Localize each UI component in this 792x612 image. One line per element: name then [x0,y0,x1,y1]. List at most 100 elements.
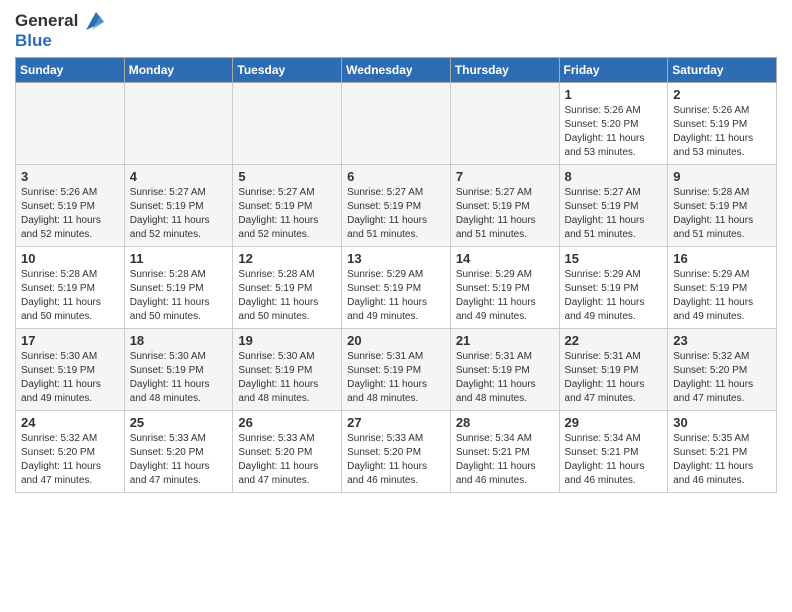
day-cell: 9 Sunrise: 5:28 AMSunset: 5:19 PMDaylight… [668,164,777,246]
day-number: 7 [456,169,554,184]
day-cell: 6 Sunrise: 5:27 AMSunset: 5:19 PMDaylight… [342,164,451,246]
logo-blue: Blue [15,32,104,51]
day-number: 26 [238,415,336,430]
day-cell [450,82,559,164]
day-cell: 18 Sunrise: 5:30 AMSunset: 5:19 PMDayligh… [124,328,233,410]
day-cell: 8 Sunrise: 5:27 AMSunset: 5:19 PMDaylight… [559,164,668,246]
day-number: 10 [21,251,119,266]
day-info: Sunrise: 5:27 AMSunset: 5:19 PMDaylight:… [565,186,663,242]
day-number: 9 [673,169,771,184]
day-number: 28 [456,415,554,430]
day-cell: 13 Sunrise: 5:29 AMSunset: 5:19 PMDayligh… [342,246,451,328]
day-cell: 11 Sunrise: 5:28 AMSunset: 5:19 PMDayligh… [124,246,233,328]
day-number: 16 [673,251,771,266]
day-number: 21 [456,333,554,348]
day-info: Sunrise: 5:29 AMSunset: 5:19 PMDaylight:… [565,268,663,324]
day-info: Sunrise: 5:34 AMSunset: 5:21 PMDaylight:… [456,432,554,488]
day-info: Sunrise: 5:34 AMSunset: 5:21 PMDaylight:… [565,432,663,488]
day-info: Sunrise: 5:29 AMSunset: 5:19 PMDaylight:… [456,268,554,324]
logo-general: General [15,12,78,31]
day-number: 29 [565,415,663,430]
day-info: Sunrise: 5:27 AMSunset: 5:19 PMDaylight:… [238,186,336,242]
day-cell: 10 Sunrise: 5:28 AMSunset: 5:19 PMDayligh… [16,246,125,328]
weekday-header-thursday: Thursday [450,57,559,82]
day-cell [124,82,233,164]
day-info: Sunrise: 5:32 AMSunset: 5:20 PMDaylight:… [21,432,119,488]
week-row-5: 24 Sunrise: 5:32 AMSunset: 5:20 PMDayligh… [16,410,777,492]
day-number: 25 [130,415,228,430]
day-number: 18 [130,333,228,348]
day-info: Sunrise: 5:28 AMSunset: 5:19 PMDaylight:… [673,186,771,242]
day-number: 22 [565,333,663,348]
day-info: Sunrise: 5:29 AMSunset: 5:19 PMDaylight:… [673,268,771,324]
calendar: SundayMondayTuesdayWednesdayThursdayFrid… [15,57,777,493]
day-cell [16,82,125,164]
day-cell: 27 Sunrise: 5:33 AMSunset: 5:20 PMDayligh… [342,410,451,492]
day-number: 15 [565,251,663,266]
day-number: 24 [21,415,119,430]
day-number: 30 [673,415,771,430]
day-info: Sunrise: 5:33 AMSunset: 5:20 PMDaylight:… [347,432,445,488]
day-cell: 26 Sunrise: 5:33 AMSunset: 5:20 PMDayligh… [233,410,342,492]
weekday-header-wednesday: Wednesday [342,57,451,82]
weekday-header-monday: Monday [124,57,233,82]
day-number: 17 [21,333,119,348]
day-info: Sunrise: 5:27 AMSunset: 5:19 PMDaylight:… [456,186,554,242]
day-info: Sunrise: 5:28 AMSunset: 5:19 PMDaylight:… [238,268,336,324]
day-cell: 14 Sunrise: 5:29 AMSunset: 5:19 PMDayligh… [450,246,559,328]
day-info: Sunrise: 5:30 AMSunset: 5:19 PMDaylight:… [130,350,228,406]
logo-icon [78,10,104,32]
day-info: Sunrise: 5:30 AMSunset: 5:19 PMDaylight:… [238,350,336,406]
day-number: 19 [238,333,336,348]
day-info: Sunrise: 5:27 AMSunset: 5:19 PMDaylight:… [130,186,228,242]
week-row-3: 10 Sunrise: 5:28 AMSunset: 5:19 PMDayligh… [16,246,777,328]
day-number: 23 [673,333,771,348]
day-info: Sunrise: 5:35 AMSunset: 5:21 PMDaylight:… [673,432,771,488]
day-info: Sunrise: 5:26 AMSunset: 5:19 PMDaylight:… [21,186,119,242]
day-number: 27 [347,415,445,430]
day-cell: 20Sunrise: 5:31 AMSunset: 5:19 PMDayligh… [342,328,451,410]
day-number: 12 [238,251,336,266]
day-info: Sunrise: 5:31 AMSunset: 5:19 PMDaylight:… [456,350,554,406]
day-number: 1 [565,87,663,102]
day-number: 6 [347,169,445,184]
day-number: 3 [21,169,119,184]
day-info: Sunrise: 5:32 AMSunset: 5:20 PMDaylight:… [673,350,771,406]
day-number: 14 [456,251,554,266]
day-info: Sunrise: 5:28 AMSunset: 5:19 PMDaylight:… [130,268,228,324]
day-cell: 22Sunrise: 5:31 AMSunset: 5:19 PMDayligh… [559,328,668,410]
day-cell [342,82,451,164]
logo: General Blue [15,10,104,51]
day-info: Sunrise: 5:31 AMSunset: 5:19 PMDaylight:… [347,350,445,406]
day-number: 13 [347,251,445,266]
weekday-header-tuesday: Tuesday [233,57,342,82]
weekday-header-saturday: Saturday [668,57,777,82]
day-cell: 24 Sunrise: 5:32 AMSunset: 5:20 PMDayligh… [16,410,125,492]
day-cell: 3 Sunrise: 5:26 AMSunset: 5:19 PMDaylight… [16,164,125,246]
day-cell: 23 Sunrise: 5:32 AMSunset: 5:20 PMDayligh… [668,328,777,410]
week-row-4: 17 Sunrise: 5:30 AMSunset: 5:19 PMDayligh… [16,328,777,410]
week-row-1: 1Sunrise: 5:26 AMSunset: 5:20 PMDaylight… [16,82,777,164]
week-row-2: 3 Sunrise: 5:26 AMSunset: 5:19 PMDaylight… [16,164,777,246]
day-cell: 17 Sunrise: 5:30 AMSunset: 5:19 PMDayligh… [16,328,125,410]
day-number: 5 [238,169,336,184]
day-cell: 16 Sunrise: 5:29 AMSunset: 5:19 PMDayligh… [668,246,777,328]
weekday-header-friday: Friday [559,57,668,82]
day-cell: 7 Sunrise: 5:27 AMSunset: 5:19 PMDaylight… [450,164,559,246]
day-cell: 21 Sunrise: 5:31 AMSunset: 5:19 PMDayligh… [450,328,559,410]
day-info: Sunrise: 5:33 AMSunset: 5:20 PMDaylight:… [238,432,336,488]
day-info: Sunrise: 5:29 AMSunset: 5:19 PMDaylight:… [347,268,445,324]
day-info: Sunrise: 5:30 AMSunset: 5:19 PMDaylight:… [21,350,119,406]
day-cell: 25Sunrise: 5:33 AMSunset: 5:20 PMDayligh… [124,410,233,492]
day-info: Sunrise: 5:27 AMSunset: 5:19 PMDaylight:… [347,186,445,242]
day-cell: 30 Sunrise: 5:35 AMSunset: 5:21 PMDayligh… [668,410,777,492]
day-cell [233,82,342,164]
day-number: 11 [130,251,228,266]
day-cell: 12 Sunrise: 5:28 AMSunset: 5:19 PMDayligh… [233,246,342,328]
day-number: 4 [130,169,228,184]
day-cell: 1Sunrise: 5:26 AMSunset: 5:20 PMDaylight… [559,82,668,164]
day-cell: 28 Sunrise: 5:34 AMSunset: 5:21 PMDayligh… [450,410,559,492]
day-number: 8 [565,169,663,184]
day-info: Sunrise: 5:26 AMSunset: 5:19 PMDaylight:… [673,104,771,160]
day-info: Sunrise: 5:28 AMSunset: 5:19 PMDaylight:… [21,268,119,324]
